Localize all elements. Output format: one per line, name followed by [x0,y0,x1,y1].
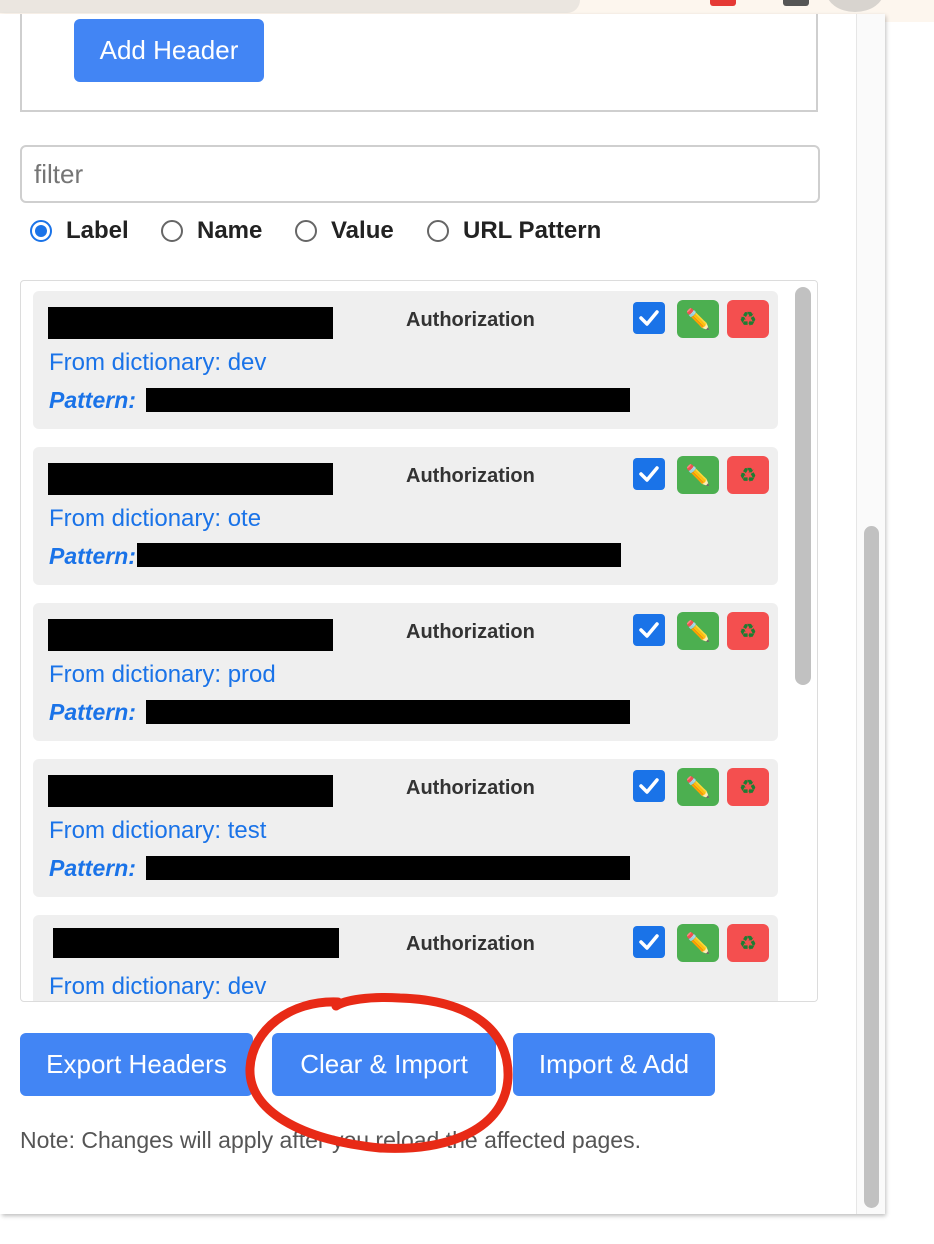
filter-mode-url-pattern[interactable]: URL Pattern [427,217,601,245]
redacted-label [48,307,333,339]
clear-import-button[interactable]: Clear & Import [272,1033,496,1096]
extension-icon[interactable] [783,0,809,6]
reload-note: Note: Changes will apply after you reloa… [20,1127,641,1153]
header-item: Authorization ✏️ ♻ From dictionary: ote … [33,447,778,585]
enabled-checkbox[interactable] [633,926,665,958]
redacted-label [48,775,333,807]
headers-list[interactable]: Authorization ✏️ ♻ From dictionary: dev … [20,280,818,1002]
list-scrollbar[interactable] [791,281,817,1001]
radio-label: Name [197,217,263,244]
dictionary-link[interactable]: From dictionary: dev [49,349,266,377]
pencil-icon[interactable]: ✏️ [677,300,719,338]
radio-unselected-icon[interactable] [295,220,317,242]
radio-unselected-icon[interactable] [161,220,183,242]
radio-unselected-icon[interactable] [427,220,449,242]
extension-popup: Add Header Label Name Value URL Pattern … [0,14,885,1214]
header-name: Authorization [406,777,535,799]
header-item: Authorization ✏️ ♻ From dictionary: dev … [33,291,778,429]
popup-scrollbar-thumb[interactable] [864,526,879,1208]
redacted-pattern [146,856,630,880]
header-name: Authorization [406,621,535,643]
export-headers-button[interactable]: Export Headers [20,1033,253,1096]
recycle-icon[interactable]: ♻ [727,924,769,962]
dictionary-link[interactable]: From dictionary: ote [49,505,261,533]
filter-mode-label[interactable]: Label [30,217,129,245]
redacted-label [48,619,333,651]
pattern-label: Pattern: [49,855,136,881]
redacted-pattern [146,388,630,412]
add-header-panel: Add Header [20,14,818,112]
radio-label: Label [66,217,129,244]
profile-avatar[interactable] [826,0,884,12]
radio-selected-icon[interactable] [30,220,52,242]
pattern-label: Pattern: [49,387,136,413]
header-item: Authorization ✏️ ♻ From dictionary: dev [33,915,778,1001]
pencil-icon[interactable]: ✏️ [677,456,719,494]
redacted-pattern [146,700,630,724]
redacted-label [48,463,333,495]
enabled-checkbox[interactable] [633,302,665,334]
recycle-icon[interactable]: ♻ [727,456,769,494]
radio-label: Value [331,217,394,244]
filter-mode-value[interactable]: Value [295,217,394,245]
pattern-label: Pattern: [49,699,136,725]
header-name: Authorization [406,933,535,955]
radio-label: URL Pattern [463,217,602,244]
enabled-checkbox[interactable] [633,458,665,490]
dictionary-link[interactable]: From dictionary: prod [49,661,276,689]
extension-icon[interactable] [710,0,736,6]
header-item: Authorization ✏️ ♻ From dictionary: test… [33,759,778,897]
import-add-button[interactable]: Import & Add [513,1033,715,1096]
pencil-icon[interactable]: ✏️ [677,768,719,806]
header-name: Authorization [406,309,535,331]
browser-tab [0,0,580,13]
recycle-icon[interactable]: ♻ [727,612,769,650]
pencil-icon[interactable]: ✏️ [677,612,719,650]
recycle-icon[interactable]: ♻ [727,300,769,338]
header-name: Authorization [406,465,535,487]
filter-mode-name[interactable]: Name [161,217,262,245]
dictionary-link[interactable]: From dictionary: test [49,817,266,845]
enabled-checkbox[interactable] [633,770,665,802]
dictionary-link[interactable]: From dictionary: dev [49,973,266,1001]
filter-input[interactable] [20,145,820,203]
recycle-icon[interactable]: ♻ [727,768,769,806]
redacted-pattern [137,543,621,567]
pattern-label: Pattern: [49,543,136,569]
header-item: Authorization ✏️ ♻ From dictionary: prod… [33,603,778,741]
pencil-icon[interactable]: ✏️ [677,924,719,962]
redacted-label [53,928,339,958]
add-header-button[interactable]: Add Header [74,19,264,82]
list-scrollbar-thumb[interactable] [795,287,811,685]
enabled-checkbox[interactable] [633,614,665,646]
